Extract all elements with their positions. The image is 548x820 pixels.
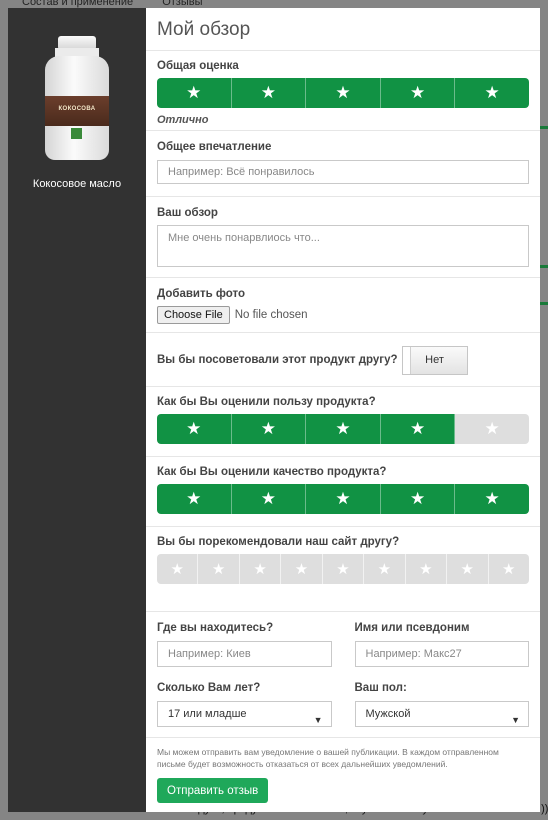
overall-rating-label: Общая оценка	[157, 60, 239, 72]
review-modal: КОКОСОВА Кокосовое масло Мой обзор Общая…	[8, 8, 540, 812]
rating-star-7-icon[interactable]: ★	[405, 554, 448, 584]
chevron-down-icon: ▼	[511, 715, 520, 725]
overall-rating-stars: ★ ★ ★ ★ ★	[157, 78, 529, 108]
overall-rating-section: Общая оценка ★ ★ ★ ★ ★ Отлично	[146, 50, 540, 130]
rating-star-3-icon[interactable]: ★	[306, 484, 381, 514]
age-select-value: 17 или младше	[168, 708, 247, 720]
gender-select[interactable]: Мужской ▼	[354, 701, 529, 727]
rating-star-2-icon[interactable]: ★	[231, 414, 307, 444]
rating-star-5-icon[interactable]: ★	[455, 78, 529, 108]
rating-star-1-icon[interactable]: ★	[157, 414, 232, 444]
rating-star-6-icon[interactable]: ★	[364, 554, 406, 584]
toggle-value: Нет	[425, 354, 444, 366]
impression-input[interactable]	[157, 160, 529, 184]
rating-star-2-icon[interactable]: ★	[198, 554, 240, 584]
product-sidebar: КОКОСОВА Кокосовое масло	[8, 8, 146, 812]
submit-review-button[interactable]: Отправить отзыв	[157, 778, 269, 803]
photo-label: Добавить фото	[157, 288, 246, 300]
overall-rating-text: Отлично	[157, 114, 209, 126]
benefit-rating-label: Как бы Вы оценили пользу продукта?	[157, 396, 376, 408]
review-section: Ваш обзор	[146, 196, 540, 277]
rating-star-4-icon[interactable]: ★	[380, 414, 456, 444]
file-status: No file chosen	[234, 309, 308, 321]
benefit-rating-stars: ★ ★ ★ ★ ★	[157, 414, 529, 444]
background-accent-bar	[540, 126, 548, 129]
rating-star-4-icon[interactable]: ★	[380, 484, 456, 514]
rating-star-3-icon[interactable]: ★	[306, 78, 381, 108]
rating-star-4-icon[interactable]: ★	[380, 78, 456, 108]
nickname-input[interactable]	[354, 641, 529, 667]
product-image-label: КОКОСОВА	[58, 106, 96, 112]
recommend-product-label: Вы бы посоветовали этот продукт другу?	[157, 354, 398, 366]
rating-star-2-icon[interactable]: ★	[231, 78, 307, 108]
rating-star-1-icon[interactable]: ★	[157, 78, 232, 108]
rating-star-1-icon[interactable]: ★	[157, 484, 232, 514]
rating-star-3-icon[interactable]: ★	[306, 414, 381, 444]
impression-section: Общее впечатление	[146, 130, 540, 196]
site-rating-label: Вы бы порекомендовали наш сайт другу?	[157, 536, 400, 548]
gender-select-value: Мужской	[365, 708, 411, 720]
form-title: Мой обзор	[157, 19, 251, 40]
recommend-product-section: Вы бы посоветовали этот продукт другу? Н…	[146, 332, 540, 386]
impression-label: Общее впечатление	[157, 141, 272, 153]
nickname-label: Имя или псевдоним	[354, 622, 470, 634]
benefit-rating-section: Как бы Вы оценили пользу продукта? ★ ★ ★ ★ ★	[146, 386, 540, 456]
rating-star-3-icon[interactable]: ★	[239, 554, 282, 584]
location-input[interactable]	[157, 641, 332, 667]
product-image: КОКОСОВА	[43, 36, 111, 164]
personal-info-section: Где вы находитесь? Имя или псевдоним Ско…	[146, 611, 540, 737]
quality-rating-stars: ★ ★ ★ ★ ★	[157, 484, 529, 514]
quality-rating-section: Как бы Вы оценили качество продукта? ★ ★ ★…	[146, 456, 540, 526]
background-accent-bar	[540, 265, 548, 268]
review-label: Ваш обзор	[157, 207, 218, 219]
photo-section: Добавить фото Choose File No file chosen	[146, 277, 540, 332]
notification-notice: Мы можем отправить вам уведомление о ваш…	[157, 747, 499, 769]
rating-star-2-icon[interactable]: ★	[231, 484, 307, 514]
rating-star-4-icon[interactable]: ★	[281, 554, 323, 584]
site-rating-section: Вы бы порекомендовали наш сайт другу? ★ ★…	[146, 526, 540, 611]
toggle-knob	[402, 346, 411, 374]
quality-rating-label: Как бы Вы оценили качество продукта?	[157, 466, 387, 478]
gender-label: Ваш пол:	[354, 682, 407, 694]
rating-star-5-icon[interactable]: ★	[322, 554, 365, 584]
location-label: Где вы находитесь?	[157, 622, 274, 634]
rating-star-9-icon[interactable]: ★	[488, 554, 529, 584]
rating-star-1-icon[interactable]: ★	[157, 554, 199, 584]
site-rating-stars: ★ ★ ★ ★ ★ ★ ★ ★ ★	[157, 554, 529, 584]
rating-star-5-icon[interactable]: ★	[455, 484, 529, 514]
choose-file-button[interactable]: Choose File	[157, 306, 230, 324]
chevron-down-icon: ▼	[313, 715, 323, 725]
age-label: Сколько Вам лет?	[157, 682, 261, 694]
rating-star-5-icon[interactable]: ★	[455, 414, 529, 444]
rating-star-8-icon[interactable]: ★	[447, 554, 489, 584]
review-form: Мой обзор Общая оценка ★ ★ ★ ★ ★ Отлично Общ…	[146, 8, 540, 812]
age-select[interactable]: 17 или младше ▼	[157, 701, 332, 727]
recommend-product-toggle[interactable]: Нет	[401, 345, 468, 375]
review-textarea[interactable]	[157, 225, 529, 267]
file-picker: Choose File No file chosen	[157, 306, 529, 324]
product-name: Кокосовое масло	[32, 178, 122, 190]
submit-section: Мы можем отправить вам уведомление о ваш…	[146, 737, 540, 803]
background-accent-bar	[540, 302, 548, 305]
